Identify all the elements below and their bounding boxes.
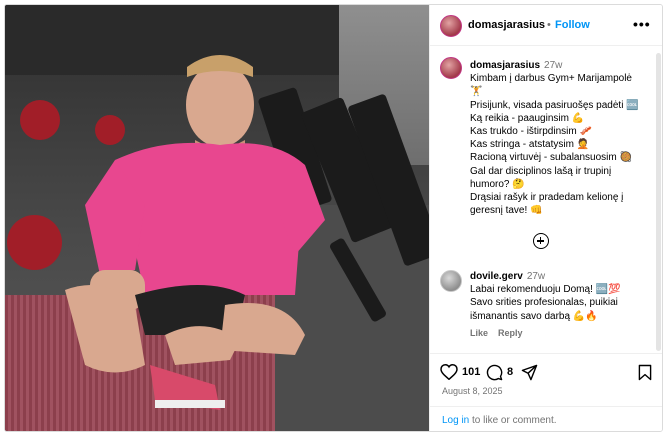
caption-line: Kas trukdo - ištirpdinsim 🥓 <box>470 126 592 138</box>
caption-username[interactable]: domasjarasius <box>470 60 540 71</box>
comment-like-button[interactable]: Like <box>470 328 488 338</box>
share-icon[interactable] <box>521 364 538 381</box>
post-modal: domasjarasius • Follow ••• domasjarasius… <box>4 4 663 432</box>
caption-line: geresnį tave! 👊 <box>470 205 543 217</box>
post-sidebar: domasjarasius • Follow ••• domasjarasius… <box>429 5 662 431</box>
save-bookmark-icon[interactable] <box>638 364 652 381</box>
post-date: August 8, 2025 <box>442 386 503 396</box>
login-prompt: Log in to like or comment. <box>430 406 662 431</box>
author-avatar[interactable] <box>440 15 462 37</box>
separator-dot: • <box>547 19 551 31</box>
comments-count: 8 <box>507 366 514 378</box>
caption-time: 27w <box>544 60 563 71</box>
comment-icon[interactable] <box>486 364 503 381</box>
caption-line: Prisijunk, visada pasiruošęs padėti 🆒 <box>470 99 639 111</box>
heart-icon[interactable] <box>440 364 458 380</box>
login-link[interactable]: Log in <box>442 415 469 426</box>
caption-avatar[interactable] <box>440 57 462 79</box>
photo-person <box>65 55 325 410</box>
caption-line: Racioną virtuvėj - subalansuosim 🥘 <box>470 152 632 164</box>
caption-line: Kimbam į darbus Gym+ Marijampolė <box>470 73 632 85</box>
caption-line: Kas stringa - atstatysim 🤦 <box>470 139 590 151</box>
load-more-comments-icon[interactable] <box>533 233 549 249</box>
post-actions: 101 8 August 8, 2025 Log in to like or c… <box>430 353 662 431</box>
post-photo[interactable] <box>5 5 429 431</box>
likes-count: 101 <box>462 366 481 378</box>
comment-meta: Like Reply <box>470 327 652 340</box>
login-text: to like or comment. <box>469 415 557 426</box>
comment-reply-button[interactable]: Reply <box>498 328 523 338</box>
comment-line: Labai rekomenduoju Domą! 🆒💯 <box>470 284 621 296</box>
caption-line: Ką reikia - paauginsim 💪 <box>470 112 585 124</box>
caption-line: Drąsiai rašyk ir pradedam kelionę į <box>470 192 624 204</box>
post-caption: domasjarasius 27w Kimbam į darbus Gym+ Ma… <box>470 59 652 217</box>
comment-time: 27w <box>526 271 546 282</box>
more-options-icon[interactable]: ••• <box>633 16 651 32</box>
caption-line: humoro? 🤔 <box>470 178 525 190</box>
comment-username[interactable]: dovile.gerv <box>470 271 523 282</box>
author-username[interactable]: domasjarasius <box>468 19 545 31</box>
post-header: domasjarasius • Follow ••• <box>430 5 662 46</box>
comment-line: Savo srities profesionalas, puikiai <box>470 297 618 309</box>
comments-scrollbar[interactable] <box>656 53 661 351</box>
caption-line: 🏋 <box>470 86 483 98</box>
follow-button[interactable]: Follow <box>555 19 590 31</box>
comment-line: išmanantis savo darbą 💪🔥 <box>470 310 598 322</box>
caption-line: Gal dar disciplinos lašą ir trupinį <box>470 165 612 177</box>
commenter-avatar[interactable] <box>440 270 462 292</box>
comment-item: dovile.gerv 27w Labai rekomenduoju Domą! … <box>470 270 652 340</box>
